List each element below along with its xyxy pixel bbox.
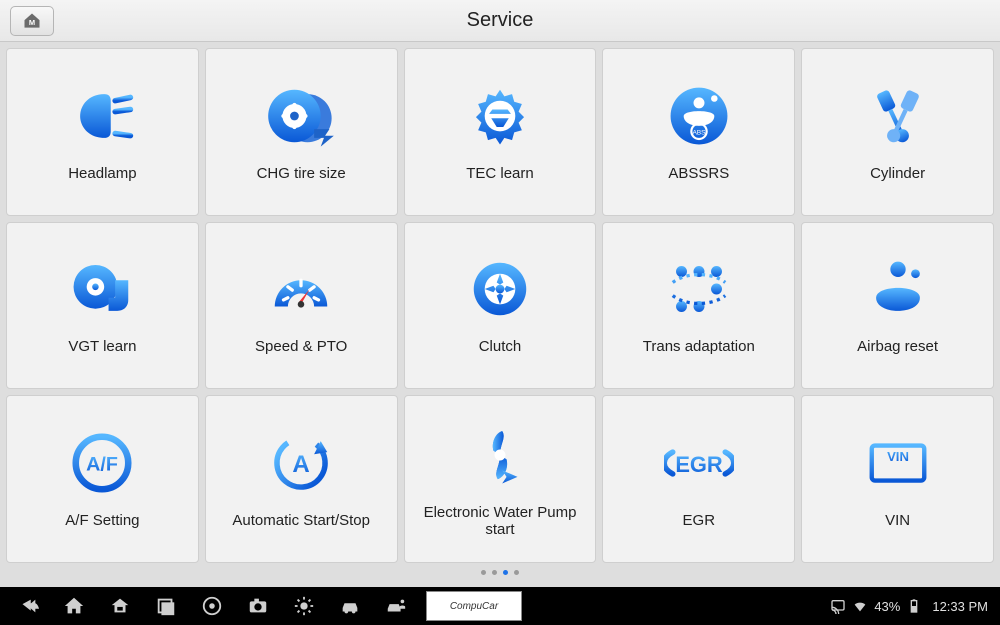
bottom-navbar: CompuCar 43% 12:33 PM xyxy=(0,587,1000,625)
tile-af-setting[interactable]: A/F A/F Setting xyxy=(6,395,199,563)
tile-clutch[interactable]: Clutch xyxy=(404,222,597,390)
gearbox-icon xyxy=(664,254,734,324)
airbag-icon xyxy=(863,254,933,324)
tile-vgt-learn[interactable]: VGT learn xyxy=(6,222,199,390)
tile-vin[interactable]: VIN VIN xyxy=(801,395,994,563)
fan-arrow-icon xyxy=(465,420,535,490)
pistons-icon xyxy=(863,81,933,151)
service-grid: Headlamp CHG tire size TEC learn ABS ABSSRS C… xyxy=(6,48,994,563)
tile-airbag[interactable]: Airbag reset xyxy=(801,222,994,390)
home-button[interactable]: M xyxy=(10,6,54,36)
turbo-icon xyxy=(67,254,137,324)
page-dot[interactable] xyxy=(492,570,497,575)
back-button[interactable] xyxy=(8,591,48,621)
vin-icon: VIN xyxy=(863,428,933,498)
tile-label: VGT learn xyxy=(68,338,136,356)
title-bar: M Service xyxy=(0,0,1000,42)
tile-trans-adapt[interactable]: Trans adaptation xyxy=(602,222,795,390)
svg-text:A/F: A/F xyxy=(87,454,119,476)
tile-ewp[interactable]: Electronic Water Pump start xyxy=(404,395,597,563)
page-dot[interactable] xyxy=(503,570,508,575)
tile-abssrs[interactable]: ABS ABSSRS xyxy=(602,48,795,216)
tile-auto-ss[interactable]: A Automatic Start/Stop xyxy=(205,395,398,563)
tile-label: EGR xyxy=(683,512,716,530)
gauge-icon xyxy=(266,254,336,324)
clock: 12:33 PM xyxy=(932,599,988,614)
svg-text:EGR: EGR xyxy=(675,452,723,477)
tile-label: Airbag reset xyxy=(857,338,938,356)
tile-cylinder[interactable]: Cylinder xyxy=(801,48,994,216)
tile-tec-learn[interactable]: TEC learn xyxy=(404,48,597,216)
tile-egr[interactable]: EGR EGR xyxy=(602,395,795,563)
service-grid-wrap: Headlamp CHG tire size TEC learn ABS ABSSRS C… xyxy=(0,42,1000,587)
autoss-icon: A xyxy=(266,428,336,498)
clutch-icon xyxy=(465,254,535,324)
browser-button[interactable] xyxy=(192,591,232,621)
battery-icon xyxy=(906,598,922,614)
tile-label: A/F Setting xyxy=(65,512,139,530)
home-m-icon: M xyxy=(21,11,43,31)
tile-label: CHG tire size xyxy=(257,165,346,183)
brand-logo: CompuCar xyxy=(426,591,522,621)
tile-label: VIN xyxy=(885,512,910,530)
status-area: 43% 12:33 PM xyxy=(830,598,992,614)
recent-button[interactable] xyxy=(146,591,186,621)
page-title: Service xyxy=(0,9,1000,32)
home-nav-button[interactable] xyxy=(54,591,94,621)
car-user-button[interactable] xyxy=(376,591,416,621)
page-dot[interactable] xyxy=(514,570,519,575)
wifi-icon xyxy=(852,598,868,614)
tile-label: Clutch xyxy=(479,338,522,356)
tile-label: Cylinder xyxy=(870,165,925,183)
camera-button[interactable] xyxy=(238,591,278,621)
svg-text:ABS: ABS xyxy=(692,129,706,136)
svg-text:VIN: VIN xyxy=(887,449,909,464)
page-dot[interactable] xyxy=(481,570,486,575)
car-button[interactable] xyxy=(330,591,370,621)
egr-icon: EGR xyxy=(664,428,734,498)
tile-headlamp[interactable]: Headlamp xyxy=(6,48,199,216)
abssrs-icon: ABS xyxy=(664,81,734,151)
cast-icon xyxy=(830,598,846,614)
svg-text:M: M xyxy=(29,18,35,27)
tile-label: Electronic Water Pump start xyxy=(409,504,592,539)
tile-chg-tire[interactable]: CHG tire size xyxy=(205,48,398,216)
apps-button[interactable] xyxy=(100,591,140,621)
svg-text:A: A xyxy=(293,451,310,478)
battery-percent: 43% xyxy=(874,599,900,614)
af-icon: A/F xyxy=(67,428,137,498)
brightness-button[interactable] xyxy=(284,591,324,621)
tile-label: Automatic Start/Stop xyxy=(232,512,370,530)
tile-label: Speed & PTO xyxy=(255,338,347,356)
tile-label: Headlamp xyxy=(68,165,136,183)
tile-speed-pto[interactable]: Speed & PTO xyxy=(205,222,398,390)
page-dots[interactable] xyxy=(6,563,994,581)
headlamp-icon xyxy=(67,81,137,151)
tile-label: ABSSRS xyxy=(668,165,729,183)
tile-label: TEC learn xyxy=(466,165,534,183)
tile-label: Trans adaptation xyxy=(643,338,755,356)
gear-grad-icon xyxy=(465,81,535,151)
tire-icon xyxy=(266,81,336,151)
